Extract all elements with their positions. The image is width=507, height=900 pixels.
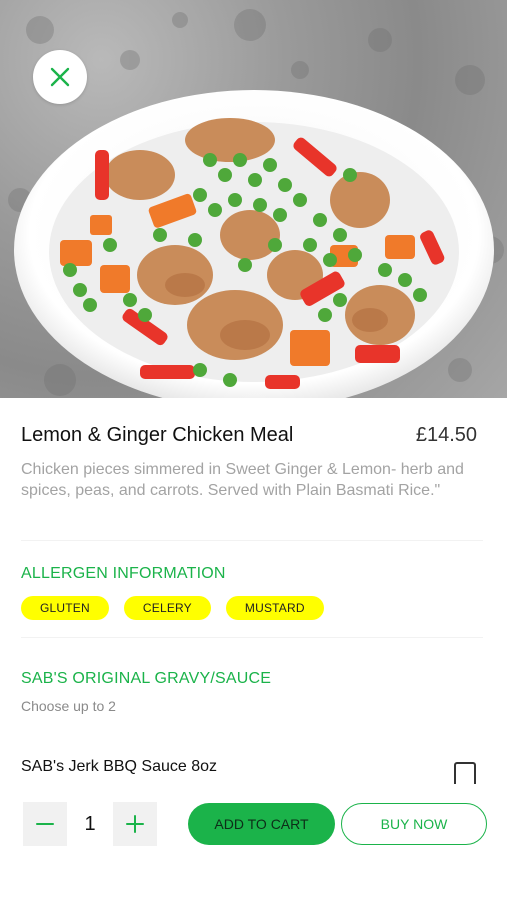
- close-icon: [50, 67, 70, 87]
- item-header: Lemon & Ginger Chicken Meal £14.50: [21, 424, 477, 447]
- item-price: £14.50: [415, 424, 477, 446]
- decrease-quantity-button[interactable]: [23, 802, 67, 846]
- allergen-list: GLUTEN CELERY MUSTARD: [21, 596, 324, 620]
- increase-quantity-button[interactable]: [113, 802, 157, 846]
- sauce-section-title: SAB'S ORIGINAL GRAVY/SAUCE: [21, 670, 272, 687]
- allergen-chip: GLUTEN: [21, 596, 109, 620]
- close-button[interactable]: [33, 50, 87, 104]
- minus-icon: [36, 823, 54, 825]
- buy-now-button[interactable]: BUY NOW: [341, 803, 487, 845]
- allergen-chip: MUSTARD: [225, 596, 324, 620]
- sauce-option-checkbox[interactable]: [454, 762, 476, 784]
- purchase-bar: 1 ADD TO CART BUY NOW: [23, 802, 488, 846]
- quantity-value: 1: [84, 812, 96, 835]
- item-description: Chicken pieces simmered in Sweet Ginger …: [21, 461, 464, 499]
- sauce-option-label: SAB's Jerk BBQ Sauce 8oz: [21, 758, 218, 775]
- sauce-section-subtitle: Choose up to 2: [21, 698, 116, 714]
- allergen-section-title: ALLERGEN INFORMATION: [21, 565, 226, 582]
- allergen-chip: CELERY: [123, 596, 211, 620]
- divider: [21, 637, 483, 638]
- item-name: Lemon & Ginger Chicken Meal: [21, 424, 294, 446]
- add-to-cart-button[interactable]: ADD TO CART: [188, 803, 335, 845]
- plus-icon: [126, 815, 144, 833]
- divider: [21, 540, 483, 541]
- sauce-option[interactable]: SAB's Jerk BBQ Sauce 8oz: [21, 750, 476, 784]
